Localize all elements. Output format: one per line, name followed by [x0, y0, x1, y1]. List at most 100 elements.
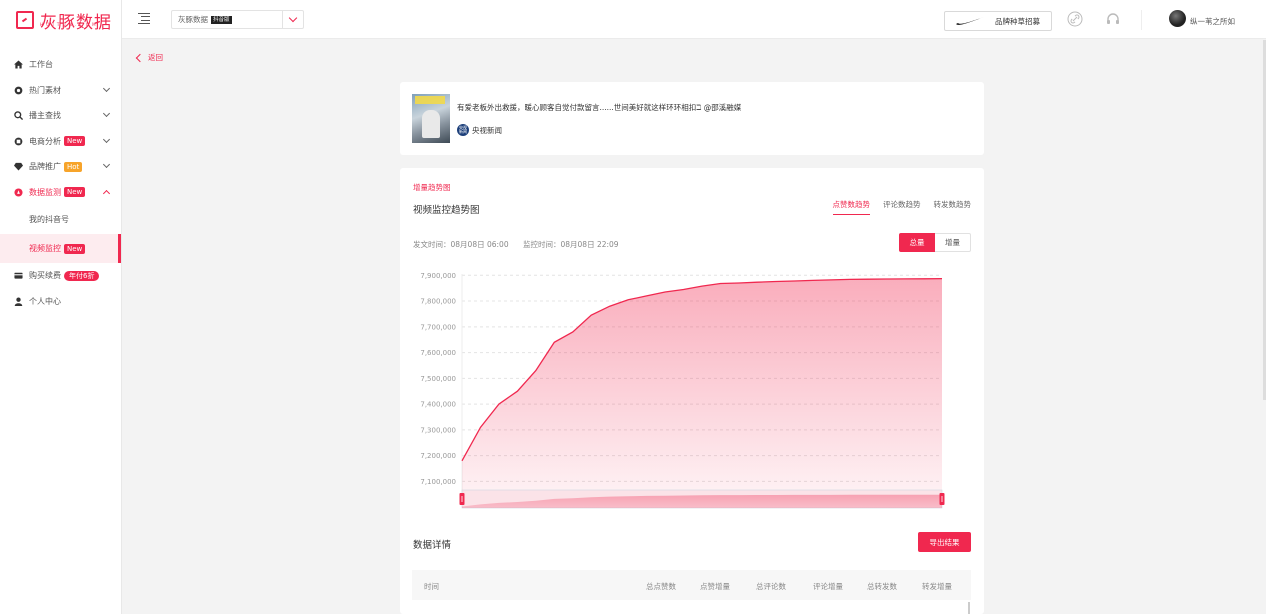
logo-text: 灰豚数据	[40, 12, 112, 33]
brand-recruit-button[interactable]: 品牌种草招募	[944, 11, 1052, 31]
table-scrollbar[interactable]	[968, 602, 970, 614]
chevron-down-icon[interactable]	[282, 11, 303, 28]
monitor-icon	[14, 188, 23, 197]
sidebar-subitem-video-monitor[interactable]: 视频监控 New	[0, 234, 121, 263]
tab-likes-trend[interactable]: 点赞数趋势	[832, 199, 870, 215]
sidebar-item-label: 热门素材	[29, 85, 61, 95]
video-info-card: 有爱老板外出救援，暖心顾客自觉付款留言......世间美好就这样环环相扣ℶ @邵…	[400, 82, 984, 155]
chevron-down-icon	[102, 109, 111, 118]
y-tick-label: 7,200,000	[420, 452, 456, 460]
y-tick-label: 7,900,000	[420, 272, 456, 280]
sidebar-item-label: 电商分析	[29, 136, 61, 146]
sidebar-nav: 工作台 热门素材 播主查找 电商分析 New 品牌推广 Hot 数据监测 New…	[0, 52, 121, 314]
details-title: 数据详情	[413, 540, 452, 551]
sidebar-item-label: 数据监测	[29, 187, 61, 197]
headset-icon[interactable]	[1105, 11, 1121, 27]
new-badge: New	[64, 187, 86, 198]
column-header-like-increment[interactable]: 点赞增量	[700, 581, 730, 592]
tab-comments-trend[interactable]: 评论数趋势	[883, 199, 921, 215]
new-badge: New	[64, 243, 86, 254]
video-thumbnail[interactable]	[412, 94, 450, 143]
toggle-total-button[interactable]: 总量	[899, 233, 935, 252]
chart-section-title: 视频监控趋势图	[413, 205, 480, 216]
shop-icon	[14, 137, 23, 146]
brand-button-label: 品牌种草招募	[995, 16, 1040, 26]
user-icon	[14, 297, 23, 306]
trend-tabs: 点赞数趋势 评论数趋势 转发数趋势	[820, 199, 972, 215]
sidebar-item-purchase[interactable]: 购买续费 年付6折	[0, 263, 121, 289]
video-title[interactable]: 有爱老板外出救援，暖心顾客自觉付款留言......世间美好就这样环环相扣ℶ @邵…	[457, 102, 741, 113]
home-icon	[14, 60, 23, 69]
fire-icon	[14, 86, 23, 95]
author-name: 央视新闻	[472, 125, 502, 135]
nike-swoosh-icon	[956, 17, 984, 25]
logo-subtext: H U I T U N . C O M	[40, 22, 97, 27]
back-link[interactable]: 返回	[135, 52, 163, 63]
y-tick-label: 7,100,000	[420, 478, 456, 486]
sidebar-item-label: 品牌推广	[29, 162, 61, 172]
menu-toggle-icon[interactable]	[138, 13, 150, 25]
tab-shares-trend[interactable]: 转发数趋势	[934, 199, 972, 215]
platform-tag: 抖音版	[211, 15, 232, 24]
diamond-icon	[14, 162, 23, 171]
column-header-comment-increment[interactable]: 评论增量	[813, 581, 843, 592]
app-logo[interactable]: 灰豚数据	[16, 8, 112, 33]
sidebar-item-label: 个人中心	[29, 296, 61, 306]
new-badge: New	[64, 136, 86, 147]
sidebar-item-personal-center[interactable]: 个人中心	[0, 289, 121, 315]
series-area	[462, 278, 942, 504]
toggle-increment-button[interactable]: 增量	[935, 233, 971, 252]
chevron-left-icon	[135, 53, 145, 62]
topbar-divider	[1141, 10, 1142, 30]
column-header-share-increment[interactable]: 转发增量	[922, 581, 952, 592]
link-icon[interactable]	[1067, 11, 1083, 27]
search-icon	[14, 111, 23, 121]
y-tick-label: 7,500,000	[420, 375, 456, 383]
logo-mark-icon	[16, 11, 34, 29]
total-increment-toggle: 总量 增量	[899, 233, 971, 252]
sidebar-item-label: 购买续费	[29, 271, 61, 281]
sidebar-item-ecommerce[interactable]: 电商分析 New	[0, 129, 121, 155]
discount-badge: 年付6折	[64, 270, 100, 281]
column-header-total-comments[interactable]: 总评论数	[756, 581, 786, 592]
platform-select[interactable]: 灰豚数据 抖音版	[171, 10, 304, 29]
table-header: 时间 总点赞数 点赞增量 总评论数 评论增量 总转发数 转发增量	[412, 570, 971, 600]
top-bar: 灰豚数据 抖音版 品牌种草招募 纵一苇之所如	[122, 0, 1266, 39]
section-tag: 增量趋势图	[413, 183, 451, 192]
publish-time: 发文时间：08月08日 06:00	[413, 240, 509, 249]
platform-label: 灰豚数据	[178, 15, 208, 24]
back-label: 返回	[148, 53, 163, 62]
chevron-down-icon	[102, 160, 111, 169]
sidebar-item-label: 播主查找	[29, 111, 61, 121]
trend-chart[interactable]: 7,100,000 7,200,000 7,300,000 7,400,000 7,50…	[400, 268, 984, 518]
column-header-total-likes[interactable]: 总点赞数	[646, 581, 676, 592]
sidebar-subitem-label: 我的抖音号	[29, 215, 69, 224]
column-header-time[interactable]: 时间	[424, 581, 439, 592]
author-avatar: 央视 新闻	[457, 124, 469, 136]
y-tick-label: 7,700,000	[420, 323, 456, 331]
column-header-total-shares[interactable]: 总转发数	[867, 581, 897, 592]
trend-card: 增量趋势图 视频监控趋势图 点赞数趋势 评论数趋势 转发数趋势 发文时间：08月…	[400, 168, 984, 614]
card-icon	[14, 271, 23, 280]
sidebar-item-label: 工作台	[29, 60, 53, 70]
y-tick-label: 7,400,000	[420, 401, 456, 409]
chevron-down-icon	[102, 84, 111, 92]
hot-badge: Hot	[64, 161, 83, 172]
y-tick-label: 7,600,000	[420, 349, 456, 357]
sidebar-item-data-monitoring[interactable]: 数据监测 New	[0, 180, 121, 206]
monitor-time: 监控时间：08月08日 22:09	[522, 240, 619, 249]
y-tick-label: 7,800,000	[420, 298, 456, 306]
username[interactable]: 纵一苇之所如	[1190, 16, 1235, 27]
chevron-up-icon	[102, 189, 111, 197]
sidebar-item-workbench[interactable]: 工作台	[0, 52, 121, 78]
sidebar-item-hot-material[interactable]: 热门素材	[0, 78, 121, 104]
chevron-down-icon	[102, 135, 111, 143]
video-author[interactable]: 央视 新闻 央视新闻	[457, 124, 502, 136]
sidebar-subitem-my-douyin[interactable]: 我的抖音号	[0, 205, 121, 234]
time-info: 发文时间：08月08日 06:00 监控时间：08月08日 22:09	[413, 239, 631, 250]
sidebar-subitem-label: 视频监控	[29, 244, 61, 253]
avatar[interactable]	[1169, 10, 1186, 27]
sidebar-item-brand-promotion[interactable]: 品牌推广 Hot	[0, 154, 121, 180]
sidebar-item-anchor-search[interactable]: 播主查找	[0, 103, 121, 129]
export-button[interactable]: 导出结果	[918, 532, 971, 552]
